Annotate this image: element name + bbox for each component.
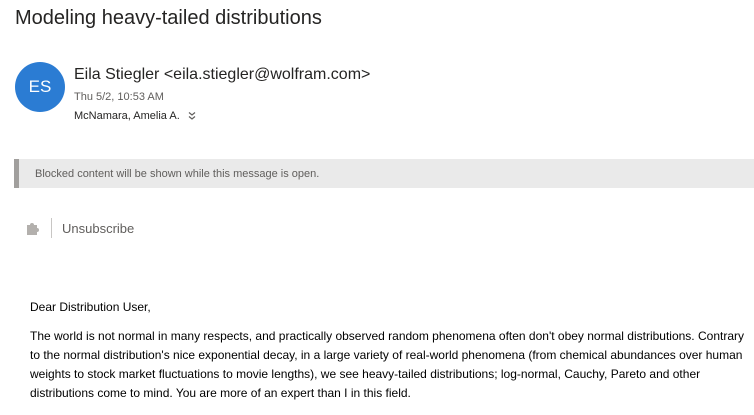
- recipients-row[interactable]: McNamara, Amelia A.: [74, 110, 197, 122]
- puzzle-piece-icon: [24, 220, 41, 237]
- message-date: Thu 5/2, 10:53 AM: [74, 91, 164, 103]
- message-body: Dear Distribution User, The world is not…: [30, 298, 745, 413]
- message-subject: Modeling heavy-tailed distributions: [15, 7, 322, 29]
- chevron-double-down-icon[interactable]: [187, 111, 197, 121]
- message-reading-pane: Modeling heavy-tailed distributions ES E…: [0, 0, 754, 415]
- unsubscribe-link[interactable]: Unsubscribe: [62, 221, 134, 236]
- unsubscribe-bar: Unsubscribe: [24, 216, 134, 240]
- body-greeting: Dear Distribution User,: [30, 300, 151, 314]
- recipient-name[interactable]: McNamara, Amelia A.: [74, 110, 180, 122]
- sender-name[interactable]: Eila Stiegler <eila.stiegler@wolfram.com…: [74, 66, 370, 84]
- blocked-content-banner: Blocked content will be shown while this…: [14, 159, 754, 188]
- sender-avatar[interactable]: ES: [15, 62, 65, 112]
- body-paragraph: The world is not normal in many respects…: [30, 329, 744, 400]
- avatar-initials: ES: [28, 77, 52, 96]
- banner-text: Blocked content will be shown while this…: [35, 167, 320, 180]
- divider: [51, 218, 52, 238]
